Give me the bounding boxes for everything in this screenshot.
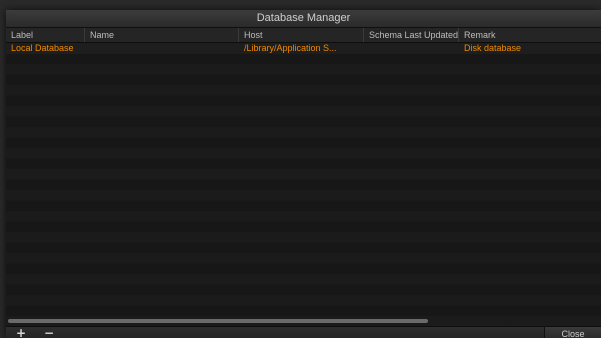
column-header-host[interactable]: Host: [239, 28, 364, 42]
table-row[interactable]: Local Database /Library/Application S...…: [6, 43, 601, 54]
cell-remark: Disk database: [464, 43, 522, 53]
cell-host: /Library/Application S...: [244, 43, 337, 53]
database-manager-window: Database Manager Label Name Host Schema …: [6, 10, 601, 338]
window-footer: + − Close: [6, 326, 601, 338]
table-header: Label Name Host Schema Last Updated Rema…: [6, 28, 601, 43]
plus-icon: +: [15, 326, 27, 338]
minus-icon: −: [43, 326, 55, 338]
cell-name: [85, 43, 239, 54]
remove-database-button[interactable]: −: [42, 327, 56, 338]
close-button[interactable]: Close: [544, 327, 601, 338]
column-header-label[interactable]: Label: [6, 28, 85, 42]
add-database-button[interactable]: +: [14, 327, 28, 338]
column-header-remark[interactable]: Remark: [459, 28, 601, 42]
window-title: Database Manager: [6, 10, 601, 28]
horizontal-scrollbar[interactable]: [8, 319, 428, 323]
cell-schema-last-updated: [364, 43, 459, 54]
cell-label: Local Database: [11, 43, 74, 53]
column-header-name[interactable]: Name: [85, 28, 239, 42]
column-header-schema-last-updated[interactable]: Schema Last Updated: [364, 28, 459, 42]
table-body: Local Database /Library/Application S...…: [6, 43, 601, 327]
